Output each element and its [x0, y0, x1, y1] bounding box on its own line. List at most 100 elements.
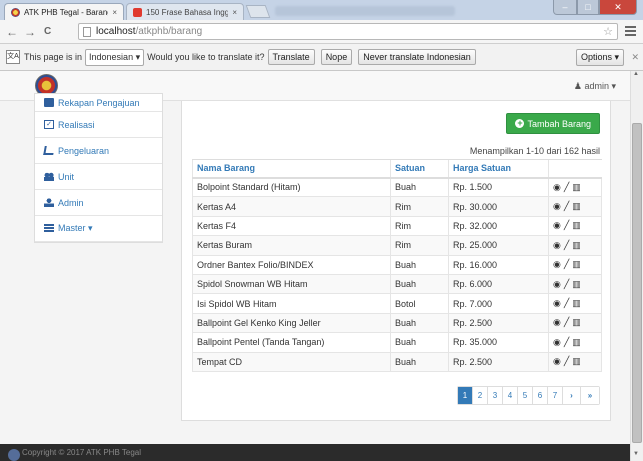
- next-page-button[interactable]: ›: [563, 387, 581, 404]
- cell-nama: Isi Spidol WB Hitam: [192, 293, 391, 314]
- add-barang-button[interactable]: + Tambah Barang: [506, 113, 600, 134]
- page-button-4[interactable]: 4: [503, 387, 518, 404]
- translate-button[interactable]: Translate: [267, 49, 315, 65]
- eye-icon[interactable]: ◉: [553, 356, 561, 366]
- users-icon: [44, 172, 54, 181]
- pencil-icon[interactable]: ╱: [564, 201, 569, 211]
- pencil-icon[interactable]: ╱: [564, 337, 569, 347]
- nope-button[interactable]: Nope: [320, 49, 353, 65]
- pencil-icon[interactable]: ╱: [564, 259, 569, 269]
- sidebar-item-realisasi[interactable]: ✓ Realisasi: [35, 112, 162, 138]
- trash-icon[interactable]: ▥: [572, 337, 581, 347]
- close-tab-icon[interactable]: ×: [112, 8, 117, 17]
- scroll-up-arrow-icon[interactable]: ▲: [633, 71, 639, 77]
- sidebar-item-label: Master ▾: [58, 223, 93, 233]
- close-tab-icon[interactable]: ×: [232, 8, 237, 17]
- pencil-icon[interactable]: ╱: [564, 220, 569, 230]
- table-row: Kertas Buram Rim Rp. 25.000 ◉ ╱ ▥: [192, 235, 602, 256]
- pencil-icon[interactable]: ╱: [564, 240, 569, 250]
- trash-icon[interactable]: ▥: [572, 182, 581, 192]
- pencil-icon[interactable]: ╱: [564, 317, 569, 327]
- maximize-button[interactable]: □: [577, 0, 599, 15]
- trash-icon[interactable]: ▥: [572, 298, 581, 308]
- page-button-3[interactable]: 3: [488, 387, 503, 404]
- sidebar-item-rekapan[interactable]: Rekapan Pengajuan: [35, 94, 162, 112]
- site-favicon-icon: [11, 7, 20, 17]
- scrollbar-thumb[interactable]: [632, 123, 642, 443]
- trash-icon[interactable]: ▥: [572, 240, 581, 250]
- pencil-icon[interactable]: ╱: [564, 356, 569, 366]
- eye-icon[interactable]: ◉: [553, 259, 561, 269]
- sidebar-item-pengeluaran[interactable]: Pengeluaran: [35, 138, 162, 164]
- reload-button[interactable]: C: [44, 24, 51, 40]
- translate-question: Would you like to translate it?: [147, 52, 265, 62]
- new-tab-button[interactable]: [245, 5, 271, 18]
- column-header-actions: [548, 159, 602, 179]
- trash-icon[interactable]: ▥: [572, 279, 581, 289]
- minimize-button[interactable]: –: [553, 0, 577, 15]
- add-barang-label: Tambah Barang: [527, 118, 591, 129]
- row-actions: ◉ ╱ ▥: [548, 332, 602, 353]
- column-header-satuan[interactable]: Satuan: [390, 159, 449, 179]
- column-header-nama[interactable]: Nama Barang: [192, 159, 391, 179]
- column-header-harga[interactable]: Harga Satuan: [448, 159, 549, 179]
- chrome-menu-icon[interactable]: [625, 26, 636, 38]
- back-button[interactable]: ←: [6, 24, 18, 40]
- user-menu[interactable]: ♟ admin ▾: [574, 81, 616, 92]
- eye-icon[interactable]: ◉: [553, 337, 561, 347]
- vertical-scrollbar[interactable]: ▲ ▼: [630, 71, 643, 461]
- trash-icon[interactable]: ▥: [572, 259, 581, 269]
- page-button-5[interactable]: 5: [518, 387, 533, 404]
- eye-icon[interactable]: ◉: [553, 298, 561, 308]
- tab-frase-bahasa[interactable]: 150 Frase Bahasa Inggris ×: [126, 3, 244, 20]
- eye-icon[interactable]: ◉: [553, 182, 561, 192]
- pencil-icon[interactable]: ╱: [564, 182, 569, 192]
- tab-atk-phb-barang[interactable]: ATK PHB Tegal - Barang ×: [4, 3, 124, 20]
- bookmark-star-icon[interactable]: ☆: [603, 25, 613, 38]
- table-row: Ordner Bantex Folio/BINDEX Buah Rp. 16.000…: [192, 254, 602, 275]
- trash-icon[interactable]: ▥: [572, 201, 581, 211]
- never-translate-button[interactable]: Never translate Indonesian: [358, 49, 476, 65]
- footer-logo-icon: [8, 449, 20, 461]
- cell-harga: Rp. 1.500: [448, 176, 549, 198]
- tab-title: 150 Frase Bahasa Inggris: [146, 7, 229, 17]
- pencil-icon[interactable]: ╱: [564, 298, 569, 308]
- cell-harga: Rp. 32.000: [448, 215, 549, 237]
- list-icon: [44, 224, 54, 233]
- forward-button[interactable]: →: [24, 24, 36, 40]
- address-bar[interactable]: localhost /atkphb/barang ☆: [78, 23, 618, 40]
- trash-icon[interactable]: ▥: [572, 220, 581, 230]
- last-page-button[interactable]: »: [581, 387, 599, 404]
- row-actions: ◉ ╱ ▥: [548, 215, 602, 237]
- eye-icon[interactable]: ◉: [553, 240, 561, 250]
- language-select[interactable]: Indonesian ▾: [85, 48, 145, 66]
- cell-satuan: Buah: [390, 332, 449, 353]
- page-button-2[interactable]: 2: [473, 387, 488, 404]
- page-button-7[interactable]: 7: [548, 387, 563, 404]
- eye-icon[interactable]: ◉: [553, 220, 561, 230]
- translate-icon: 文A: [6, 50, 20, 64]
- eye-icon[interactable]: ◉: [553, 279, 561, 289]
- close-window-button[interactable]: ✕: [599, 0, 637, 15]
- close-translate-icon[interactable]: ✕: [631, 52, 639, 63]
- sidebar-item-master[interactable]: Master ▾: [35, 216, 162, 242]
- options-button[interactable]: Options ▾: [575, 48, 624, 66]
- trash-icon[interactable]: ▥: [572, 356, 581, 366]
- page-button-1[interactable]: 1: [458, 387, 473, 404]
- eye-icon[interactable]: ◉: [553, 201, 561, 211]
- cell-satuan: Buah: [390, 254, 449, 275]
- sidebar-item-label: Admin: [58, 197, 84, 208]
- cell-nama: Tempat CD: [192, 351, 391, 372]
- pencil-icon[interactable]: ╱: [564, 279, 569, 289]
- trash-icon[interactable]: ▥: [572, 317, 581, 327]
- window-controls: – □ ✕: [553, 0, 637, 15]
- page-button-6[interactable]: 6: [533, 387, 548, 404]
- sidebar-item-admin[interactable]: Admin: [35, 190, 162, 216]
- scroll-down-arrow-icon[interactable]: ▼: [633, 451, 639, 457]
- sidebar-item-label: Realisasi: [58, 119, 95, 130]
- check-icon: ✓: [44, 120, 54, 129]
- eye-icon[interactable]: ◉: [553, 317, 561, 327]
- video-favicon-icon: [133, 7, 142, 17]
- sidebar-item-unit[interactable]: Unit: [35, 164, 162, 190]
- row-actions: ◉ ╱ ▥: [548, 351, 602, 372]
